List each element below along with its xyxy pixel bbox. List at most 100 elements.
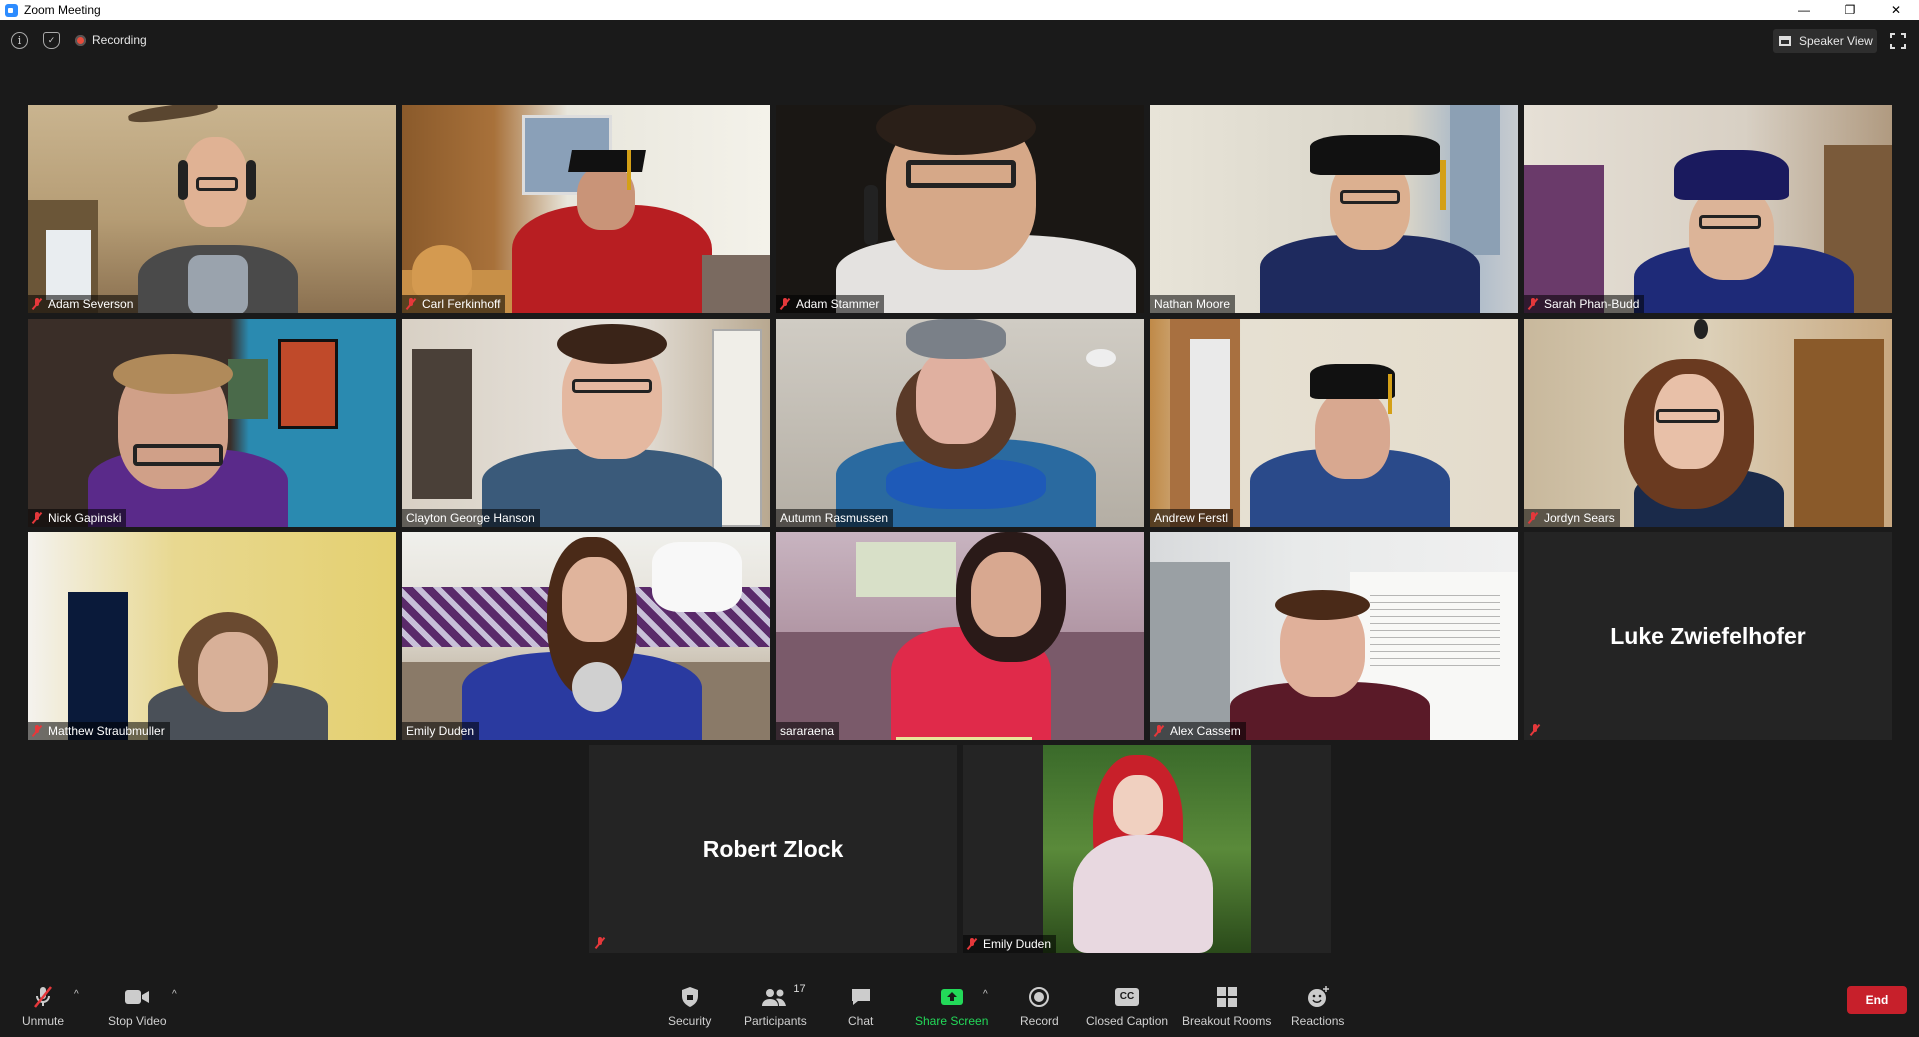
participant-name: Sarah Phan-Budd bbox=[1544, 297, 1640, 311]
participant-name: Andrew Ferstl bbox=[1154, 511, 1229, 525]
mic-muted-icon bbox=[32, 298, 42, 310]
participant-video bbox=[1150, 532, 1518, 740]
closed-caption-icon: CC bbox=[1115, 985, 1140, 1009]
participant-name: Clayton George Hanson bbox=[406, 511, 535, 525]
video-tile[interactable]: Jordyn Sears bbox=[1524, 319, 1892, 527]
video-tile[interactable]: Emily Duden bbox=[963, 745, 1331, 953]
speaker-view-icon bbox=[1779, 36, 1791, 46]
shield-check-icon[interactable]: ✓ bbox=[43, 32, 60, 49]
video-tile[interactable]: Alex Cassem bbox=[1150, 532, 1518, 740]
share-screen-label: Share Screen bbox=[915, 1014, 989, 1028]
participant-name-tag: Nick Gapinski bbox=[28, 509, 127, 527]
recording-dot-icon bbox=[75, 34, 86, 46]
recording-indicator[interactable]: Recording bbox=[75, 33, 147, 47]
participant-name-tag: Sarah Phan-Budd bbox=[1524, 295, 1645, 313]
participant-name: Matthew Straubmuller bbox=[48, 724, 165, 738]
window-controls: — ❐ ✕ bbox=[1781, 0, 1919, 20]
record-button[interactable]: Record bbox=[1020, 985, 1059, 1028]
participant-video bbox=[1150, 319, 1518, 527]
video-tile[interactable]: Clayton George Hanson bbox=[402, 319, 770, 527]
video-options-caret-icon[interactable]: ^ bbox=[172, 989, 177, 1000]
meeting-topbar: i ✓ Recording Speaker View bbox=[0, 20, 1919, 62]
participant-video bbox=[963, 745, 1331, 953]
video-tile[interactable]: Nathan Moore bbox=[1150, 105, 1518, 313]
record-label: Record bbox=[1020, 1014, 1059, 1028]
video-tile-off[interactable]: Robert Zlock bbox=[589, 745, 957, 953]
speaker-view-button[interactable]: Speaker View bbox=[1773, 29, 1877, 53]
video-tile[interactable]: Sarah Phan-Budd bbox=[1524, 105, 1892, 313]
breakout-rooms-button[interactable]: Breakout Rooms bbox=[1182, 985, 1271, 1028]
window-titlebar: Zoom Meeting — ❐ ✕ bbox=[0, 0, 1919, 20]
participants-icon: 17 bbox=[761, 983, 806, 1009]
stop-video-button[interactable]: Stop Video bbox=[108, 985, 167, 1028]
security-label: Security bbox=[668, 1014, 712, 1028]
window-title: Zoom Meeting bbox=[24, 3, 101, 17]
end-meeting-button[interactable]: End bbox=[1847, 986, 1907, 1014]
video-tile-active-speaker[interactable]: Emily Duden bbox=[402, 532, 770, 740]
mic-muted-icon bbox=[406, 298, 416, 310]
minimize-button[interactable]: — bbox=[1781, 0, 1827, 20]
mic-muted-icon bbox=[1530, 724, 1540, 736]
video-tile[interactable]: Nick Gapinski bbox=[28, 319, 396, 527]
mic-muted-icon bbox=[780, 298, 790, 310]
participant-name: Autumn Rasmussen bbox=[780, 511, 889, 525]
video-tile[interactable]: Autumn Rasmussen bbox=[776, 319, 1144, 527]
participant-name: Carl Ferkinhoff bbox=[422, 297, 501, 311]
participants-button[interactable]: 17 Participants bbox=[744, 983, 807, 1028]
participant-name-display: Luke Zwiefelhofer bbox=[1610, 622, 1806, 649]
share-screen-button[interactable]: Share Screen bbox=[915, 985, 988, 1028]
info-icon[interactable]: i bbox=[11, 32, 28, 49]
video-tile-off[interactable]: Luke Zwiefelhofer bbox=[1524, 532, 1892, 740]
video-tile[interactable]: Andrew Ferstl bbox=[1150, 319, 1518, 527]
recording-label: Recording bbox=[92, 33, 147, 47]
smiley-icon bbox=[1306, 985, 1330, 1009]
mic-muted-icon bbox=[967, 938, 977, 950]
participants-label: Participants bbox=[744, 1014, 807, 1028]
participant-video bbox=[402, 532, 770, 740]
participant-video bbox=[28, 319, 396, 527]
participant-name: Adam Severson bbox=[48, 297, 134, 311]
participant-video bbox=[776, 105, 1144, 313]
unmute-button[interactable]: Unmute bbox=[22, 985, 64, 1028]
zoom-app-icon bbox=[5, 3, 18, 17]
video-tile[interactable]: Carl Ferkinhoff bbox=[402, 105, 770, 313]
video-tile[interactable]: Adam Severson bbox=[28, 105, 396, 313]
share-options-caret-icon[interactable]: ^ bbox=[983, 989, 988, 1000]
chat-button[interactable]: Chat bbox=[848, 985, 873, 1028]
mic-muted-icon bbox=[1154, 725, 1164, 737]
participant-name: Emily Duden bbox=[406, 724, 475, 738]
participant-name-tag: sararaena bbox=[776, 722, 840, 740]
participant-name-tag: Clayton George Hanson bbox=[402, 509, 540, 527]
video-tile[interactable]: Matthew Straubmuller bbox=[28, 532, 396, 740]
mic-muted-icon bbox=[1528, 298, 1538, 310]
mic-muted-icon bbox=[31, 985, 55, 1009]
chat-label: Chat bbox=[848, 1014, 874, 1028]
restore-button[interactable]: ❐ bbox=[1827, 0, 1873, 20]
breakout-rooms-label: Breakout Rooms bbox=[1182, 1014, 1272, 1028]
reactions-button[interactable]: Reactions bbox=[1291, 985, 1344, 1028]
close-button[interactable]: ✕ bbox=[1873, 0, 1919, 20]
participant-video bbox=[28, 532, 396, 740]
share-screen-icon bbox=[940, 985, 964, 1009]
video-camera-icon bbox=[124, 985, 150, 1009]
participants-count: 17 bbox=[793, 983, 806, 995]
participant-name-tag: Andrew Ferstl bbox=[1150, 509, 1234, 527]
breakout-rooms-icon bbox=[1216, 985, 1238, 1009]
mic-muted-icon bbox=[595, 937, 605, 949]
participant-name-tag: Adam Severson bbox=[28, 295, 139, 313]
participant-name-tag: Carl Ferkinhoff bbox=[402, 295, 506, 313]
video-tile[interactable]: Adam Stammer bbox=[776, 105, 1144, 313]
video-tile[interactable]: sararaena bbox=[776, 532, 1144, 740]
participant-video bbox=[1524, 105, 1892, 313]
participant-name-tag: Alex Cassem bbox=[1150, 722, 1246, 740]
participant-name: Emily Duden bbox=[983, 937, 1052, 951]
audio-options-caret-icon[interactable]: ^ bbox=[74, 989, 79, 1000]
participant-name-tag: Nathan Moore bbox=[1150, 295, 1236, 313]
security-button[interactable]: Security bbox=[668, 985, 711, 1028]
participant-name-display: Robert Zlock bbox=[702, 835, 844, 862]
participant-name-tag: Autumn Rasmussen bbox=[776, 509, 894, 527]
participant-name: Jordyn Sears bbox=[1544, 511, 1615, 525]
participant-name: sararaena bbox=[780, 724, 835, 738]
fullscreen-icon[interactable] bbox=[1890, 33, 1906, 49]
closed-caption-button[interactable]: CC Closed Caption bbox=[1086, 985, 1168, 1028]
